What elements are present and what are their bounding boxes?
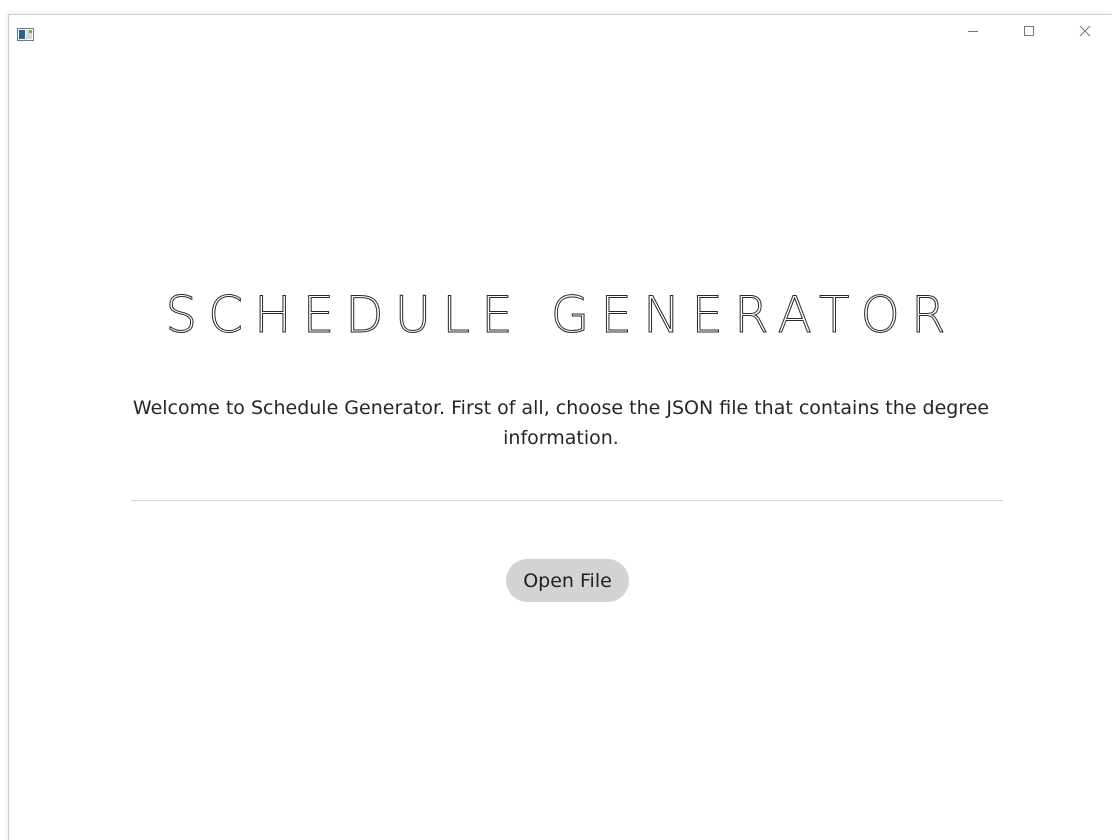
open-file-button[interactable]: Open File <box>506 559 629 602</box>
minimize-icon <box>968 30 978 32</box>
close-button[interactable] <box>1057 15 1112 46</box>
maximize-button[interactable] <box>1001 15 1057 46</box>
close-icon <box>1079 25 1091 36</box>
welcome-text: Welcome to Schedule Generator. First of … <box>132 397 990 449</box>
app-window: SCHEDULE GENERATOR Welcome to Schedule G… <box>8 14 1112 840</box>
title-bar[interactable] <box>9 15 1112 46</box>
window-controls <box>945 15 1112 46</box>
maximize-icon <box>1024 25 1034 36</box>
divider <box>131 500 1003 501</box>
minimize-button[interactable] <box>945 15 1001 46</box>
page-title: SCHEDULE GENERATOR <box>165 286 957 345</box>
app-icon <box>17 26 34 41</box>
